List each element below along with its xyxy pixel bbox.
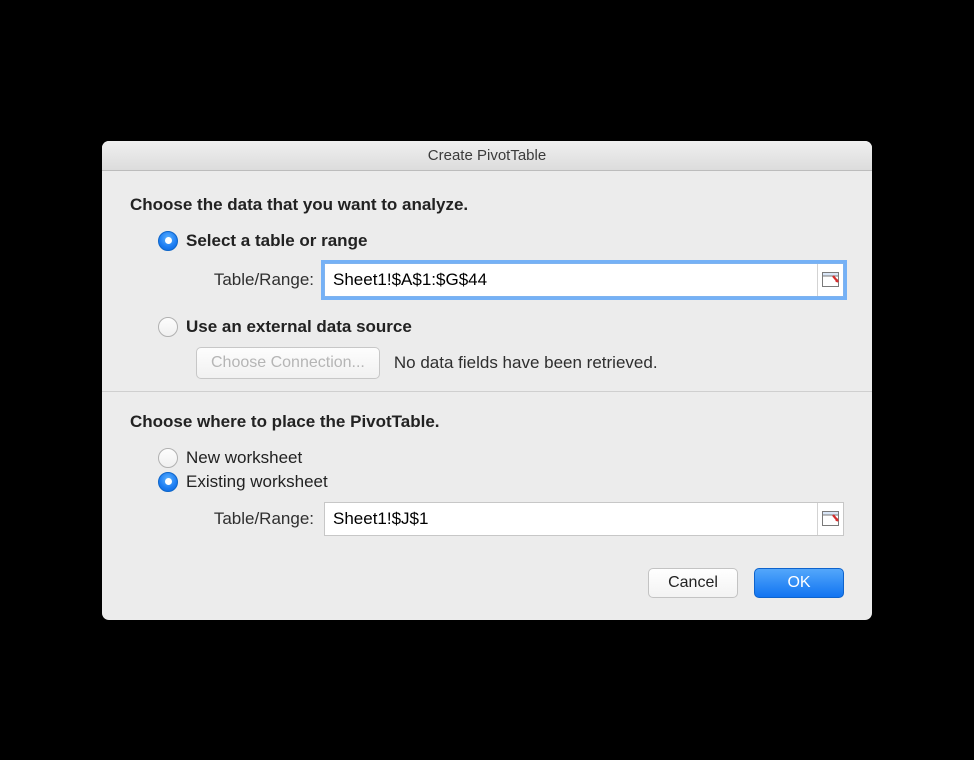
source-range-label: Table/Range: [196, 270, 314, 290]
radio-select-range[interactable] [158, 231, 178, 251]
option-new-worksheet-row[interactable]: New worksheet [158, 448, 844, 468]
collapse-dialog-icon[interactable] [817, 264, 843, 296]
option-external-label: Use an external data source [186, 317, 412, 337]
external-sub-row: Choose Connection... No data fields have… [196, 347, 844, 379]
destination-range-row: Table/Range: [196, 502, 844, 536]
option-existing-worksheet-label: Existing worksheet [186, 472, 328, 492]
ok-button[interactable]: OK [754, 568, 844, 598]
radio-external-source[interactable] [158, 317, 178, 337]
radio-existing-worksheet[interactable] [158, 472, 178, 492]
destination-range-input[interactable] [325, 503, 817, 535]
collapse-dialog-icon[interactable] [817, 503, 843, 535]
radio-new-worksheet[interactable] [158, 448, 178, 468]
dialog-footer: Cancel OK [130, 568, 844, 598]
option-new-worksheet-label: New worksheet [186, 448, 302, 468]
destination-range-label: Table/Range: [196, 509, 314, 529]
divider [102, 391, 872, 392]
external-status-text: No data fields have been retrieved. [394, 353, 658, 373]
choose-data-heading: Choose the data that you want to analyze… [130, 195, 844, 215]
option-select-range-label: Select a table or range [186, 231, 367, 251]
dialog-content: Choose the data that you want to analyze… [102, 171, 872, 620]
placement-heading: Choose where to place the PivotTable. [130, 412, 844, 432]
source-range-field[interactable] [324, 263, 844, 297]
option-select-range-row[interactable]: Select a table or range [158, 231, 844, 251]
option-external-row[interactable]: Use an external data source [158, 317, 844, 337]
dialog-title: Create PivotTable [428, 147, 546, 164]
destination-range-field[interactable] [324, 502, 844, 536]
source-range-input[interactable] [325, 264, 817, 296]
option-existing-worksheet-row[interactable]: Existing worksheet [158, 472, 844, 492]
source-range-row: Table/Range: [196, 263, 844, 297]
cancel-button[interactable]: Cancel [648, 568, 738, 598]
create-pivottable-dialog: Create PivotTable Choose the data that y… [102, 141, 872, 620]
choose-connection-button: Choose Connection... [196, 347, 380, 379]
dialog-title-bar: Create PivotTable [102, 141, 872, 171]
